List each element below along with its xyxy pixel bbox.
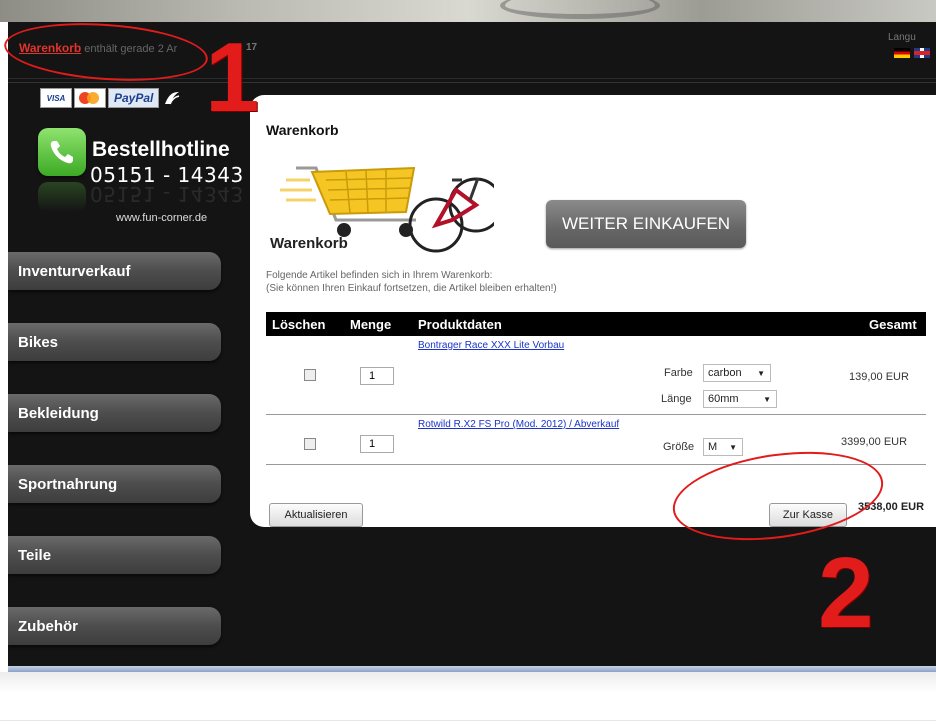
continue-shopping-button[interactable]: WEITER EINKAUFEN	[546, 200, 746, 248]
update-button[interactable]: Aktualisieren	[269, 503, 363, 527]
nav-item-zubehoer[interactable]: Zubehör	[8, 607, 221, 645]
item-price: 139,00 EUR	[849, 371, 909, 383]
shop-page: Warenkorb enthält gerade 2 Ar 17 Langu V…	[8, 22, 936, 666]
column-qty: Menge	[350, 317, 392, 332]
phone-icon	[38, 128, 86, 176]
nav-item-sportnahrung[interactable]: Sportnahrung	[8, 465, 221, 503]
bike-icon	[408, 177, 494, 253]
chevron-down-icon: ▼	[757, 369, 765, 378]
size-select-value: M	[708, 441, 718, 453]
column-delete: Löschen	[272, 317, 326, 332]
nav-item-teile[interactable]: Teile	[8, 536, 221, 574]
uk-flag-icon[interactable]	[914, 48, 930, 58]
column-product: Produktdaten	[418, 317, 502, 332]
nav-item-bekleidung[interactable]: Bekleidung	[8, 394, 221, 432]
length-select-value: 60mm	[708, 393, 739, 405]
nav-item-bikes[interactable]: Bikes	[8, 323, 221, 361]
mastercard-logo	[74, 88, 106, 108]
chevron-down-icon: ▼	[763, 395, 771, 404]
cart-info-text: Folgende Artikel befinden sich in Ihrem …	[266, 269, 557, 295]
annotation-number-1: 1	[205, 22, 260, 132]
column-total: Gesamt	[869, 317, 917, 332]
size-select[interactable]: M ▼	[703, 438, 743, 456]
paypal-logo: PayPal	[108, 88, 160, 108]
hotline-title: Bestellhotline	[92, 138, 230, 161]
quantity-input[interactable]	[360, 367, 394, 385]
visa-logo: VISA	[40, 88, 72, 108]
length-select[interactable]: 60mm ▼	[703, 390, 777, 408]
option-label-size: Größe	[663, 441, 695, 453]
delete-checkbox[interactable]	[304, 369, 316, 381]
option-label-color: Farbe	[664, 367, 693, 379]
info-line-1: Folgende Artikel befinden sich in Ihrem …	[266, 270, 493, 281]
background-photo-strip	[0, 0, 936, 22]
payment-logos: VISA PayPal	[40, 86, 183, 110]
website-url: www.fun-corner.de	[116, 212, 208, 224]
info-line-2: (Sie können Ihren Einkauf fortsetzen, di…	[266, 283, 557, 294]
option-label-length: Länge	[661, 393, 692, 405]
header-divider	[8, 82, 936, 83]
sofort-icon	[161, 89, 183, 107]
product-link[interactable]: Rotwild R.X2 FS Pro (Mod. 2012) / Abverk…	[418, 419, 619, 430]
hotline-number-reflection: 05151 - 14343	[90, 182, 244, 206]
color-select-value: carbon	[708, 367, 742, 379]
row-divider	[266, 414, 926, 415]
shopping-cart-icon	[280, 166, 416, 237]
delete-checkbox[interactable]	[304, 438, 316, 450]
language-label: Langu	[888, 32, 916, 43]
chevron-down-icon: ▼	[729, 443, 737, 452]
product-link[interactable]: Bontrager Race XXX Lite Vorbau	[418, 340, 564, 351]
annotation-number-2: 2	[818, 537, 874, 649]
color-select[interactable]: carbon ▼	[703, 364, 771, 382]
page-title: Warenkorb	[266, 122, 339, 138]
german-flag-icon[interactable]	[894, 48, 910, 58]
phone-icon-reflection	[38, 182, 86, 212]
illustration-label: Warenkorb	[270, 235, 348, 252]
item-price: 3399,00 EUR	[841, 436, 908, 448]
quantity-input[interactable]	[360, 435, 394, 453]
nav-item-inventurverkauf[interactable]: Inventurverkauf	[8, 252, 221, 290]
table-header: Löschen Menge Produktdaten Gesamt	[266, 312, 926, 336]
page-bottom-area	[0, 672, 936, 724]
